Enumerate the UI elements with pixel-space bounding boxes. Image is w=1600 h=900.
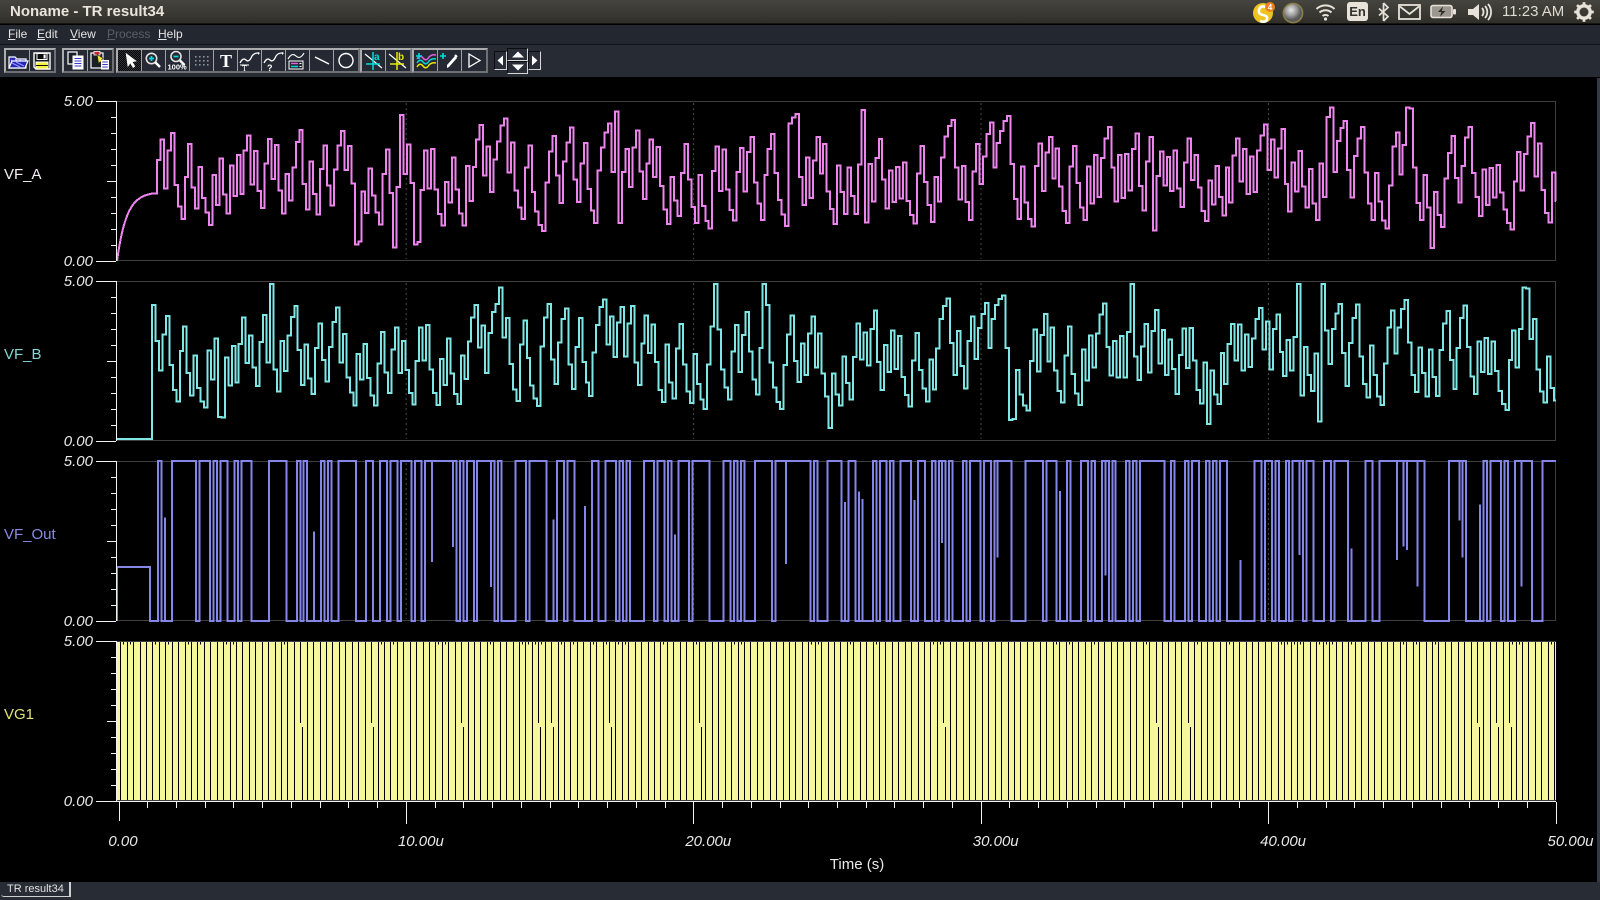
svg-text:T: T [219,51,231,70]
svg-text:0.00: 0.00 [64,793,94,810]
svg-text:50.00u: 50.00u [1548,833,1595,850]
svg-text:VF_B: VF_B [4,346,42,363]
svg-text:VF_Out: VF_Out [4,526,57,543]
svg-text:0.00: 0.00 [64,433,94,450]
svg-text:100%: 100% [167,63,187,72]
svg-text:Time (s): Time (s) [830,856,884,873]
svg-text:VF_A: VF_A [4,166,42,183]
svg-text:VG1: VG1 [4,706,34,723]
svg-text:5.00: 5.00 [64,633,94,650]
svg-text:30.00u: 30.00u [973,833,1020,850]
svg-text:4: 4 [1268,3,1273,12]
svg-text:5.00: 5.00 [64,453,94,470]
svg-text:?: ? [267,63,273,71]
svg-text:a: a [374,52,380,63]
svg-text:40.00u: 40.00u [1260,833,1307,850]
svg-text:0.00: 0.00 [108,833,138,850]
svg-text:T: T [242,64,247,71]
svg-text:0.00: 0.00 [64,613,94,630]
svg-text:20.00u: 20.00u [684,833,732,850]
svg-text:b: b [398,52,404,63]
svg-text:0.00: 0.00 [64,253,94,270]
svg-text:5.00: 5.00 [64,273,94,290]
svg-text:5.00: 5.00 [64,93,94,110]
svg-text:10.00u: 10.00u [398,833,445,850]
